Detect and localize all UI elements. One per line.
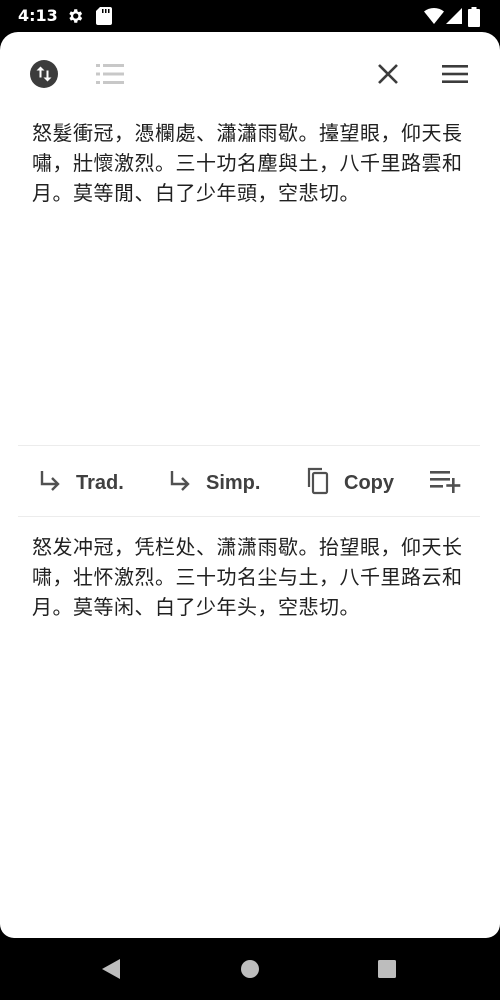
playlist-add-icon: [430, 469, 462, 497]
toolbar: [0, 32, 500, 118]
top-divider: [18, 445, 480, 446]
simp-label: Simp.: [206, 471, 261, 494]
source-text-input[interactable]: 怒髮衝冠，憑欄處、瀟瀟雨歇。擡望眼，仰天長嘯，壯懷激烈。三十功名塵與土，八千里路…: [32, 118, 472, 438]
copy-button[interactable]: Copy: [304, 448, 394, 518]
status-time: 4:13: [18, 6, 58, 25]
signal-icon: [446, 7, 462, 29]
navigation-bar: [0, 938, 500, 1000]
recents-icon[interactable]: [378, 960, 396, 982]
arrow-down-right-icon: [168, 469, 192, 497]
gear-icon: [66, 7, 84, 29]
list-icon: [96, 63, 124, 89]
trad-button[interactable]: Trad.: [38, 448, 124, 518]
swap-button[interactable]: [26, 58, 62, 94]
playlist-add-button[interactable]: [430, 448, 462, 518]
history-list-button[interactable]: [92, 58, 128, 94]
sd-card-icon: [96, 7, 112, 29]
clear-button[interactable]: [370, 58, 406, 94]
converter-card: 怒髮衝冠，憑欄處、瀟瀟雨歇。擡望眼，仰天長嘯，壯懷激烈。三十功名塵與土，八千里路…: [0, 32, 500, 938]
wifi-icon: [424, 7, 444, 29]
simp-button[interactable]: Simp.: [168, 448, 260, 518]
swap-icon: [29, 59, 59, 93]
arrow-down-right-icon: [38, 469, 62, 497]
battery-icon: [468, 7, 480, 31]
bottom-divider: [18, 516, 480, 517]
back-icon[interactable]: [101, 958, 121, 984]
trad-label: Trad.: [76, 471, 124, 494]
close-icon: [377, 63, 399, 89]
action-bar: Trad. Simp. Copy: [0, 448, 500, 518]
result-text: 怒发冲冠，凭栏处、潇潇雨歇。抬望眼，仰天长啸，壮怀激烈。三十功名尘与土，八千里路…: [32, 535, 463, 619]
copy-icon: [304, 467, 330, 499]
menu-button[interactable]: [436, 58, 474, 94]
status-bar: 4:13: [0, 0, 500, 32]
menu-icon: [442, 64, 468, 88]
copy-label: Copy: [344, 471, 394, 494]
home-icon[interactable]: [240, 959, 260, 983]
